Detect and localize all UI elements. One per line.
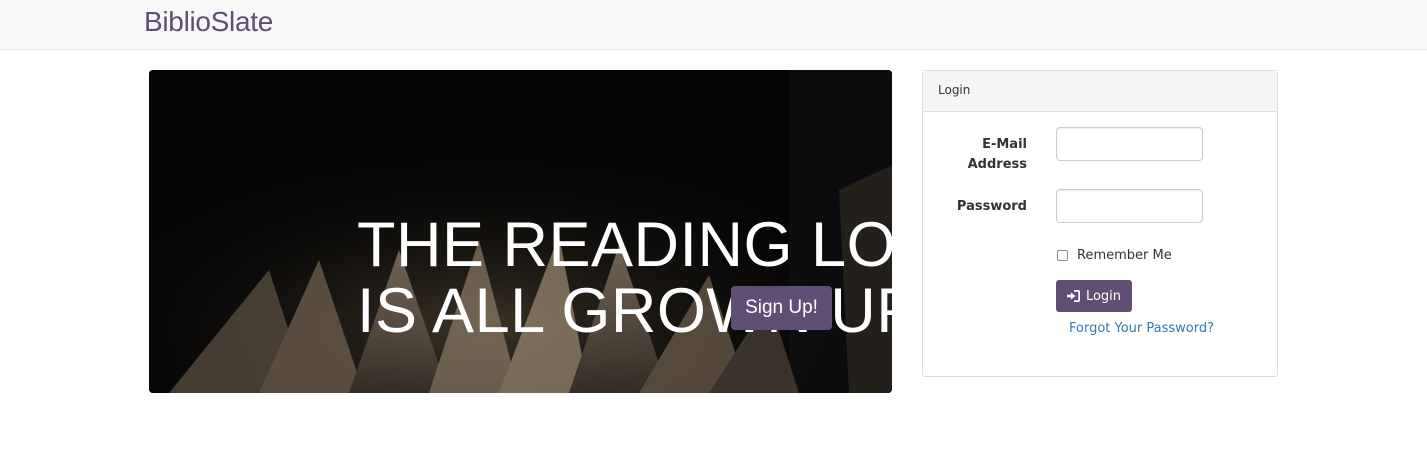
login-button[interactable]: Login — [1056, 280, 1132, 312]
hero-headline-line-1: THE READING LOG — [357, 210, 892, 280]
email-label: E-Mail Address — [967, 137, 1027, 172]
sign-up-button[interactable]: Sign Up! — [731, 286, 832, 330]
remember-me-checkbox[interactable] — [1057, 250, 1068, 261]
forgot-password-link[interactable]: Forgot Your Password? — [1069, 321, 1214, 336]
login-panel-heading: Login — [923, 71, 1277, 112]
login-panel: Login E-Mail Address Password Remember M… — [922, 70, 1278, 377]
hero-banner: THE READING LOG IS ALL GROWN UP — [149, 70, 892, 393]
top-navbar: BiblioSlate — [0, 0, 1427, 50]
brand-link[interactable]: BiblioSlate — [144, 6, 273, 38]
password-label: Password — [956, 199, 1027, 214]
sign-in-icon — [1066, 290, 1080, 302]
remember-me-label: Remember Me — [1077, 248, 1172, 263]
email-field[interactable] — [1056, 127, 1203, 161]
password-field[interactable] — [1056, 189, 1203, 223]
login-button-label: Login — [1085, 288, 1122, 304]
remember-me-option[interactable]: Remember Me — [1057, 248, 1172, 263]
